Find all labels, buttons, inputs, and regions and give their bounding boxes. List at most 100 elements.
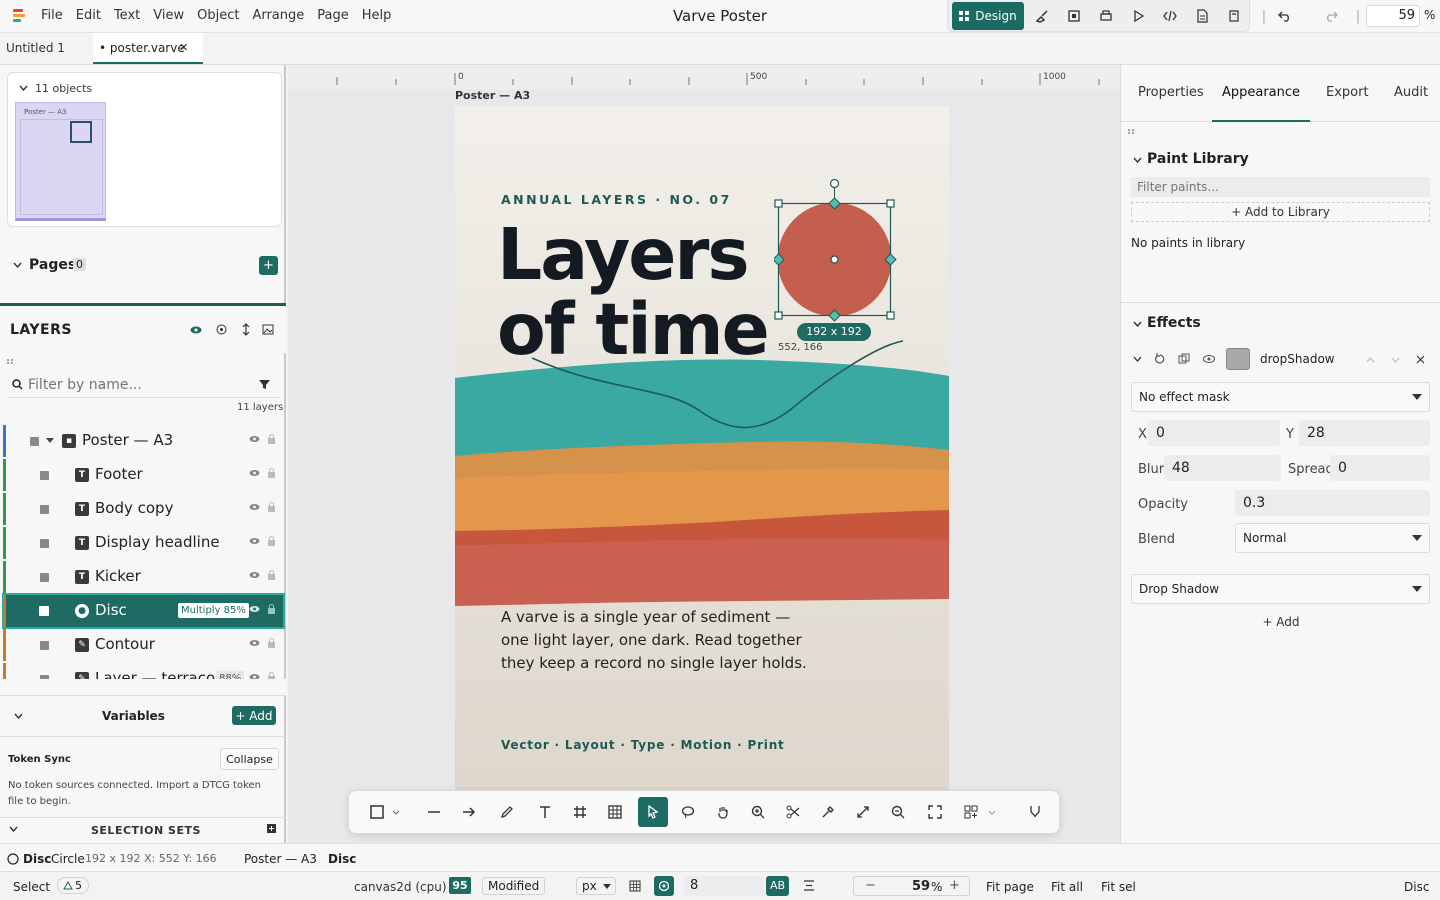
lock-icon[interactable]	[267, 468, 276, 478]
fit-page-button[interactable]: Fit page	[986, 880, 1034, 894]
shadow-x-input[interactable]: 0	[1148, 420, 1280, 446]
eye-icon[interactable]	[249, 435, 260, 443]
code-icon[interactable]	[1162, 8, 1178, 24]
chevron-down-icon[interactable]	[389, 797, 403, 827]
grid-icon[interactable]	[629, 880, 641, 892]
close-icon[interactable]: ✕	[179, 33, 188, 63]
frame-label[interactable]: Poster — A3	[455, 89, 530, 102]
shadow-spread-input[interactable]: 0	[1330, 455, 1430, 481]
chevron-down-icon[interactable]	[9, 826, 18, 832]
fullscreen-tool[interactable]	[920, 797, 950, 827]
chevron-down-icon[interactable]	[13, 262, 22, 268]
menu-arrange[interactable]: Arrange	[252, 0, 314, 32]
zoom-in-button[interactable]: +	[949, 878, 960, 893]
menu-view[interactable]: View	[153, 0, 194, 32]
eyedropper-tool[interactable]	[813, 797, 843, 827]
scissors-tool[interactable]	[778, 797, 808, 827]
layer-checkbox[interactable]	[40, 640, 49, 650]
layer-row[interactable]: ✎ Contour	[3, 629, 283, 661]
print-icon[interactable]	[1098, 8, 1114, 24]
shadow-color-swatch[interactable]	[1226, 348, 1250, 370]
close-icon[interactable]	[1416, 355, 1425, 364]
warnings-badge[interactable]: 5	[57, 877, 89, 894]
fit-selection-button[interactable]: Fit sel	[1101, 880, 1136, 894]
menu-page[interactable]: Page	[317, 0, 358, 32]
poster-body-copy[interactable]: A varve is a single year of sediment — o…	[501, 606, 821, 675]
eye-icon[interactable]	[249, 503, 260, 511]
chevron-down-icon[interactable]	[46, 438, 54, 443]
layer-row[interactable]: ● Disc Multiply 85%	[2, 593, 285, 629]
menu-object[interactable]: Object	[197, 0, 249, 32]
poster-headline-line2[interactable]: of time	[497, 294, 770, 366]
play-icon[interactable]	[1130, 8, 1146, 24]
eye-icon[interactable]	[249, 605, 260, 613]
breadcrumb-frame[interactable]: Poster — A3	[244, 852, 317, 866]
chevron-down-icon[interactable]	[1391, 357, 1400, 363]
poster-headline-line1[interactable]: Layers	[497, 219, 750, 291]
add-page-button[interactable]: +	[259, 256, 278, 275]
hand-tool[interactable]	[708, 797, 738, 827]
filter-icon[interactable]	[259, 379, 270, 390]
layer-row[interactable]: T Body copy	[3, 493, 283, 525]
snap-toggle[interactable]	[654, 876, 674, 896]
target-icon[interactable]	[216, 324, 227, 335]
scale-tool[interactable]	[848, 797, 878, 827]
chevron-down-icon[interactable]	[985, 797, 999, 827]
lock-icon[interactable]	[267, 434, 276, 444]
effect-type-select[interactable]: Drop Shadow	[1131, 574, 1430, 604]
tab-appearance[interactable]: Appearance	[1212, 65, 1310, 122]
pencil-tool[interactable]	[492, 797, 522, 827]
components-tool[interactable]	[956, 797, 986, 827]
canvas[interactable]: 0 500 1000 Poster — A3 ANNUAL LAYERS · N…	[288, 65, 1120, 843]
drag-handle-icon[interactable]	[6, 358, 14, 368]
inspect-tool[interactable]	[883, 797, 913, 827]
add-to-library-button[interactable]: + Add to Library	[1131, 202, 1430, 222]
document-icon[interactable]	[1194, 8, 1210, 24]
frame-tool[interactable]	[565, 797, 595, 827]
layer-row[interactable]: T Kicker	[3, 561, 283, 593]
layer-checkbox[interactable]	[40, 538, 49, 548]
text-autosize-toggle[interactable]: AB	[766, 876, 789, 896]
reset-icon[interactable]	[1154, 353, 1166, 365]
zoom-input[interactable]: 59	[1366, 5, 1420, 27]
select-tool[interactable]	[638, 797, 668, 827]
eye-icon[interactable]	[249, 639, 260, 647]
redo-icon[interactable]	[1323, 8, 1339, 24]
tab-properties[interactable]: Properties	[1138, 65, 1204, 122]
shadow-y-input[interactable]: 28	[1299, 420, 1430, 446]
blend-select[interactable]: Normal	[1235, 523, 1430, 553]
layer-checkbox[interactable]	[40, 504, 49, 514]
layer-row[interactable]: ▪ Poster — A3	[3, 425, 283, 457]
lock-icon[interactable]	[267, 570, 276, 580]
duplicate-icon[interactable]	[1178, 353, 1190, 365]
paint-brush-icon[interactable]	[1034, 8, 1050, 24]
poster-kicker[interactable]: ANNUAL LAYERS · NO. 07	[501, 192, 732, 207]
lock-icon[interactable]	[267, 604, 276, 614]
effect-mask-select[interactable]: No effect mask	[1131, 382, 1430, 412]
add-icon[interactable]	[267, 824, 276, 833]
menu-text[interactable]: Text	[114, 0, 150, 32]
layer-row[interactable]: T Display headline	[3, 527, 283, 559]
lock-icon[interactable]	[267, 638, 276, 648]
layer-checkbox[interactable]	[39, 606, 49, 616]
chevron-down-icon[interactable]	[19, 85, 28, 91]
text-tool[interactable]	[530, 797, 560, 827]
add-effect-button[interactable]: + Add	[1251, 614, 1311, 630]
tab-audit[interactable]: Audit	[1394, 65, 1428, 122]
transform-icon[interactable]	[1066, 8, 1082, 24]
plugin-icon[interactable]	[1226, 8, 1242, 24]
page-thumbnail[interactable]: Poster — A3	[15, 102, 106, 221]
grid-size-input[interactable]: 8	[684, 876, 764, 896]
lock-icon[interactable]	[267, 502, 276, 512]
line-tool[interactable]	[419, 797, 449, 827]
filter-paints-input[interactable]	[1131, 177, 1430, 197]
unit-select[interactable]: px	[576, 877, 616, 895]
chevron-down-icon[interactable]	[1133, 157, 1142, 163]
eye-icon[interactable]	[249, 571, 260, 579]
layer-filter-input[interactable]	[28, 374, 248, 396]
design-mode-button[interactable]: Design	[952, 2, 1024, 30]
fit-all-button[interactable]: Fit all	[1051, 880, 1083, 894]
table-tool[interactable]	[600, 797, 630, 827]
shadow-opacity-input[interactable]: 0.3	[1235, 490, 1430, 516]
undo-icon[interactable]	[1277, 8, 1293, 24]
